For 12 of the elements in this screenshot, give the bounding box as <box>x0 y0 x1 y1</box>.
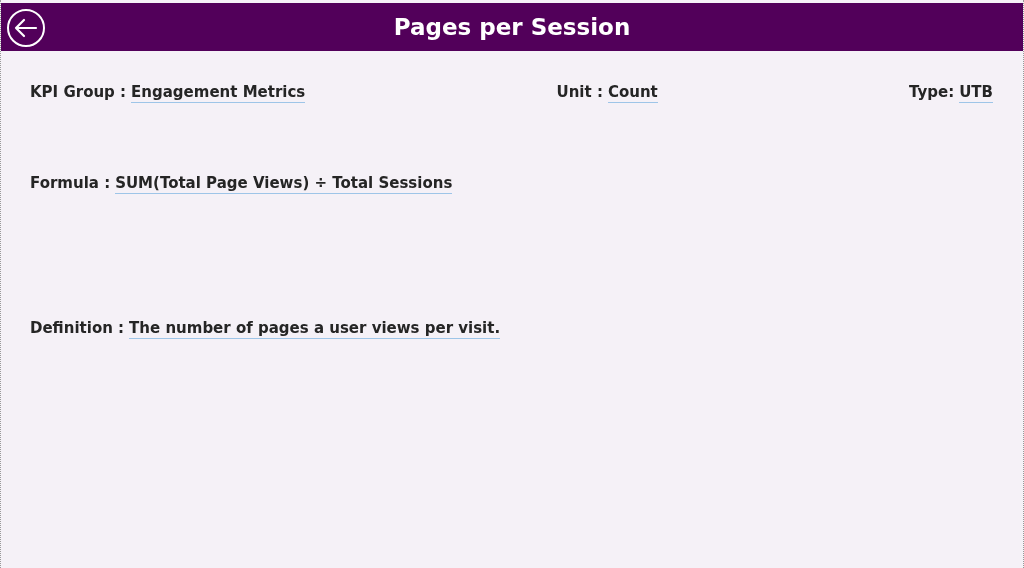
field-value: SUM(Total Page Views) ÷ Total Sessions <box>115 174 453 194</box>
field-label: Unit : <box>556 83 603 101</box>
field-value: Engagement Metrics <box>131 83 306 103</box>
field-label: Type: <box>909 83 955 101</box>
field-label: Definition : <box>30 319 125 337</box>
back-icon[interactable] <box>6 8 46 48</box>
field-label: KPI Group : <box>30 83 127 101</box>
field-label: Formula : <box>30 174 111 192</box>
field-value: UTB <box>959 83 993 103</box>
field-value: The number of pages a user views per visit. <box>129 319 501 339</box>
field-value: Count <box>607 83 658 103</box>
page-title: Pages per Session <box>393 14 631 40</box>
